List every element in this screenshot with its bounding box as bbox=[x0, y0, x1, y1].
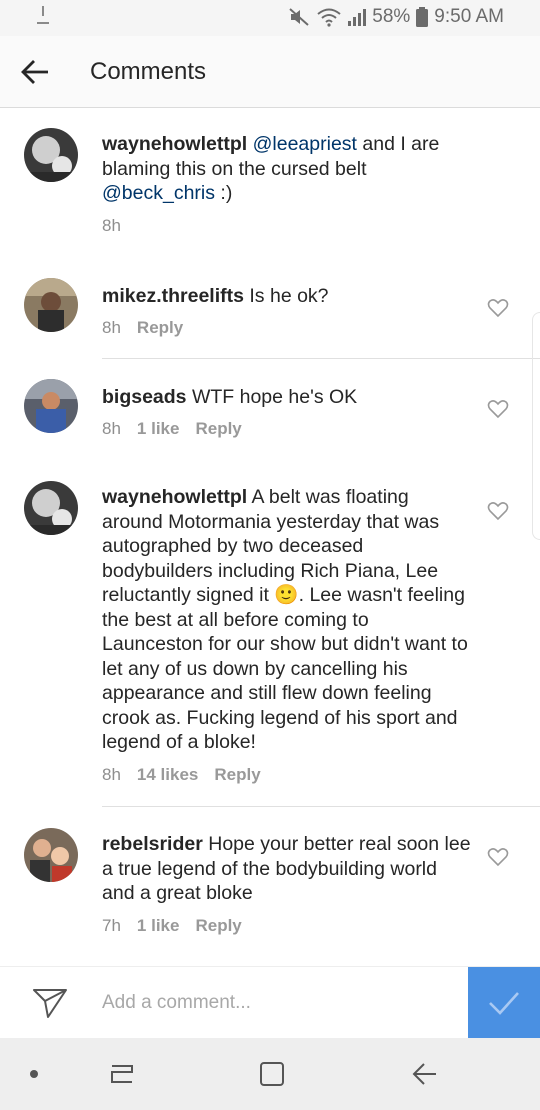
comment-text: waynehowlettpl A belt was floating aroun… bbox=[102, 485, 472, 755]
comment-username[interactable]: rebelsrider bbox=[102, 833, 203, 855]
reply-button[interactable]: Reply bbox=[137, 318, 183, 338]
likes-count[interactable]: 14 likes bbox=[137, 765, 198, 785]
comment-time: 7h bbox=[102, 916, 121, 935]
comment-meta: 8h Reply bbox=[102, 318, 183, 338]
divider bbox=[102, 358, 540, 359]
battery-icon bbox=[416, 7, 429, 27]
avatar[interactable] bbox=[24, 481, 78, 535]
likes-count[interactable]: 1 like bbox=[137, 916, 180, 936]
scroll-handle[interactable] bbox=[532, 312, 540, 540]
page-title: Comments bbox=[90, 58, 207, 85]
heart-icon[interactable] bbox=[487, 298, 509, 318]
reply-button[interactable]: Reply bbox=[195, 419, 241, 439]
comment-input[interactable] bbox=[102, 987, 442, 1019]
back-arrow-icon[interactable] bbox=[20, 58, 50, 86]
divider bbox=[102, 806, 540, 807]
reply-button[interactable]: Reply bbox=[195, 916, 241, 936]
mention-link[interactable]: @beck_chris bbox=[102, 182, 215, 204]
comment-meta: 7h 1 like Reply bbox=[102, 916, 242, 936]
comment-username[interactable]: waynehowlettpl bbox=[102, 133, 247, 155]
wifi-icon bbox=[317, 8, 341, 27]
comment-time: 8h bbox=[102, 765, 121, 784]
back-icon[interactable] bbox=[410, 1060, 440, 1088]
comment-time: 8h bbox=[102, 216, 121, 235]
heart-icon[interactable] bbox=[487, 399, 509, 419]
avatar[interactable] bbox=[24, 828, 78, 882]
home-icon[interactable] bbox=[258, 1060, 286, 1088]
comment-body: A belt was floating around Motormania ye… bbox=[102, 486, 468, 753]
comment-text: mikez.threelifts Is he ok? bbox=[102, 284, 472, 309]
avatar[interactable] bbox=[24, 128, 78, 182]
likes-count[interactable]: 1 like bbox=[137, 419, 180, 439]
recent-apps-icon[interactable] bbox=[108, 1060, 136, 1088]
post-button[interactable] bbox=[468, 967, 540, 1039]
clock: 9:50 AM bbox=[434, 6, 504, 27]
status-bar: 58% 9:50 AM bbox=[0, 0, 540, 36]
system-nav-bar bbox=[0, 1038, 540, 1110]
mute-icon bbox=[289, 8, 309, 26]
comment-text: waynehowlettpl @leeapriest and I are bla… bbox=[102, 132, 472, 206]
checkmark-icon bbox=[489, 992, 519, 1015]
comment-username[interactable]: waynehowlettpl bbox=[102, 486, 247, 508]
comment-body: :) bbox=[215, 182, 233, 204]
comment-meta: 8h 1 like Reply bbox=[102, 419, 242, 439]
direct-send-icon[interactable] bbox=[32, 987, 68, 1019]
dot-icon[interactable] bbox=[28, 1068, 40, 1080]
comment-composer bbox=[0, 966, 540, 1039]
battery-percent: 58% bbox=[372, 6, 411, 27]
comment-text: rebelsrider Hope your better real soon l… bbox=[102, 832, 472, 906]
comment-time: 8h bbox=[102, 419, 121, 438]
heart-icon[interactable] bbox=[487, 501, 509, 521]
comment-meta: 8h bbox=[102, 216, 121, 236]
comment-text: bigseads WTF hope he's OK bbox=[102, 385, 472, 410]
avatar[interactable] bbox=[24, 379, 78, 433]
app-header: Comments bbox=[0, 36, 540, 108]
heart-icon[interactable] bbox=[487, 847, 509, 867]
avatar[interactable] bbox=[24, 278, 78, 332]
mention-link[interactable]: @leeapriest bbox=[253, 133, 357, 155]
reply-button[interactable]: Reply bbox=[214, 765, 260, 785]
comment-time: 8h bbox=[102, 318, 121, 337]
comment-username[interactable]: mikez.threelifts bbox=[102, 285, 244, 307]
comment-username[interactable]: bigseads bbox=[102, 386, 187, 408]
download-icon bbox=[37, 6, 49, 24]
signal-icon bbox=[348, 9, 367, 26]
comment-meta: 8h 14 likes Reply bbox=[102, 765, 261, 785]
comment-body: WTF hope he's OK bbox=[186, 386, 358, 408]
comment-body: Is he ok? bbox=[243, 285, 329, 307]
